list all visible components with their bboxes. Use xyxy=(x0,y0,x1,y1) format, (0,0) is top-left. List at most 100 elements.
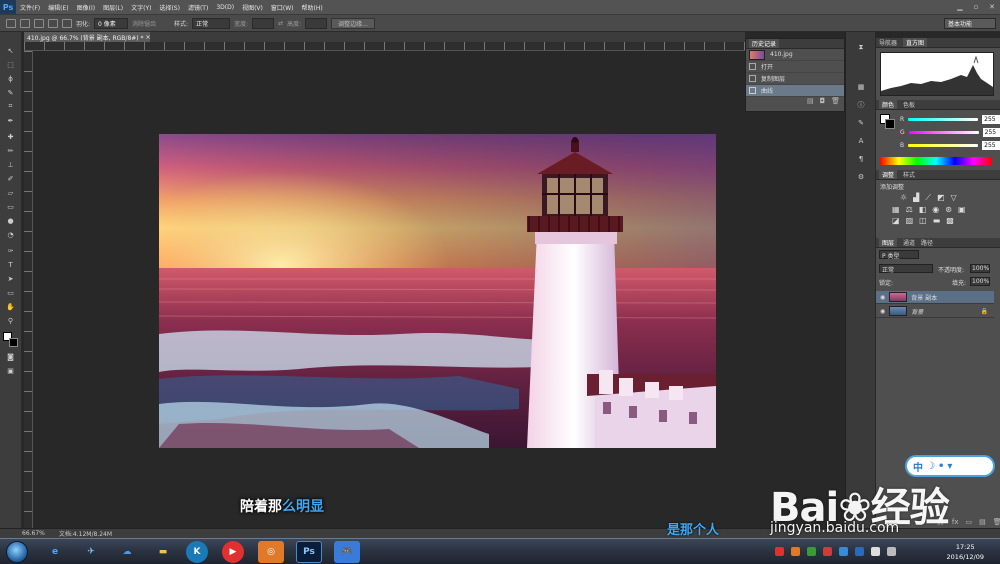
clone-stamp-icon[interactable]: ⊥ xyxy=(5,160,16,169)
ime-shirt-icon[interactable]: ▾ xyxy=(947,461,952,472)
bw-icon[interactable]: ◧ xyxy=(919,205,927,214)
visibility-eye-icon[interactable]: ◉ xyxy=(880,308,885,315)
color-background[interactable] xyxy=(885,119,895,129)
width-input[interactable] xyxy=(252,17,275,29)
shape-icon[interactable]: ▭ xyxy=(5,288,16,297)
swap-icon[interactable]: ⇄ xyxy=(278,20,283,27)
kugou-icon[interactable]: K xyxy=(186,541,208,563)
pen-icon[interactable]: ✑ xyxy=(5,246,16,255)
balance-icon[interactable]: ⚖ xyxy=(906,205,913,214)
blur-icon[interactable]: ● xyxy=(5,216,16,225)
ime-moon-icon[interactable]: ☽ xyxy=(926,461,935,472)
folder-icon[interactable]: ▬ xyxy=(150,541,176,563)
curves-icon[interactable]: ⟋ xyxy=(925,193,931,203)
tray-clock[interactable]: 17:25 2016/12/09 xyxy=(947,542,984,562)
lighthouse-photo[interactable] xyxy=(159,134,716,448)
ime-dot-icon[interactable]: • xyxy=(938,461,944,472)
refine-edge-button[interactable]: 调整边缘... xyxy=(331,17,375,29)
tray-app-icon[interactable] xyxy=(823,547,832,556)
color-spectrum[interactable] xyxy=(880,157,992,165)
vibrance-icon[interactable]: ▽ xyxy=(951,193,957,203)
intersect-selection-icon[interactable] xyxy=(62,18,72,28)
move-tool-icon[interactable]: ↖ xyxy=(5,46,16,55)
antialias-checkbox[interactable]: 消除锯齿 xyxy=(132,19,156,28)
tab-navigator[interactable]: 导航器 xyxy=(879,38,897,47)
style-select[interactable]: 正常 xyxy=(192,17,231,29)
tab-layers[interactable]: 图层 xyxy=(879,238,898,247)
history-item-selected[interactable]: 曲线 xyxy=(746,85,844,97)
new-selection-icon[interactable] xyxy=(20,18,30,28)
b-slider[interactable] xyxy=(908,144,979,147)
eraser-icon[interactable]: ▱ xyxy=(5,188,16,197)
add-selection-icon[interactable] xyxy=(34,18,44,28)
hue-icon[interactable]: ▦ xyxy=(892,205,900,214)
tab-styles[interactable]: 样式 xyxy=(903,170,915,179)
tab-paths[interactable]: 路径 xyxy=(921,238,933,247)
menu-help[interactable]: 帮助(H) xyxy=(298,3,327,12)
tray-shield-icon[interactable] xyxy=(839,547,848,556)
properties-icon[interactable]: ▦ xyxy=(856,82,866,92)
menu-image[interactable]: 图像(I) xyxy=(73,3,99,12)
tab-adjustments[interactable]: 调整 xyxy=(879,170,898,179)
healing-brush-icon[interactable]: ✚ xyxy=(5,132,16,141)
gradient-map-icon[interactable]: ▬ xyxy=(933,216,941,225)
lasso-icon[interactable]: ϕ xyxy=(5,74,16,83)
tray-volume-icon[interactable] xyxy=(887,547,896,556)
invert-icon[interactable]: ◪ xyxy=(892,216,900,225)
tray-app-icon[interactable] xyxy=(791,547,800,556)
height-input[interactable] xyxy=(305,17,328,29)
eyedropper-icon[interactable]: ✒ xyxy=(5,116,16,125)
tray-app-icon[interactable] xyxy=(855,547,864,556)
r-value[interactable]: 255 xyxy=(982,115,1000,124)
trash-icon[interactable]: 🗑 xyxy=(831,97,840,107)
history-snapshot[interactable]: 410.jpg xyxy=(746,49,844,61)
zoom-icon[interactable]: ⚲ xyxy=(5,316,16,325)
layer-kind-filter[interactable]: P 类型 xyxy=(879,250,919,260)
menu-layer[interactable]: 图层(L) xyxy=(99,3,127,12)
g-value[interactable]: 255 xyxy=(982,128,1000,137)
mixer-icon[interactable]: ⊛ xyxy=(945,205,952,214)
marquee-tool-icon[interactable] xyxy=(6,18,16,28)
info-icon[interactable]: ⓘ xyxy=(856,100,866,110)
feather-input[interactable]: 0 像素 xyxy=(94,17,129,29)
g-slider[interactable] xyxy=(908,131,979,134)
tab-channels[interactable]: 通道 xyxy=(903,238,915,247)
screen-mode-icon[interactable]: ▣ xyxy=(5,366,16,375)
lookup-icon[interactable]: ▣ xyxy=(958,205,966,214)
fill-input[interactable]: 100% xyxy=(970,277,990,286)
tab-history[interactable]: 历史记录 xyxy=(749,39,780,48)
menu-3d[interactable]: 3D(D) xyxy=(212,4,238,11)
menu-edit[interactable]: 编辑(E) xyxy=(44,3,72,12)
dodge-icon[interactable]: ◔ xyxy=(5,230,16,239)
hand-icon[interactable]: ✋ xyxy=(5,302,16,311)
camera-icon[interactable]: ◘ xyxy=(820,97,826,107)
start-button[interactable] xyxy=(6,541,28,563)
new-document-icon[interactable]: ▤ xyxy=(807,97,814,107)
menu-file[interactable]: 文件(F) xyxy=(16,3,44,12)
tab-histogram[interactable]: 直方图 xyxy=(903,38,928,47)
gradient-icon[interactable]: ▭ xyxy=(5,202,16,211)
type-tool-icon[interactable]: T xyxy=(5,260,16,269)
history-brush-icon[interactable]: ✐ xyxy=(5,174,16,183)
visibility-eye-icon[interactable]: ◉ xyxy=(880,294,885,301)
ime-toolbar[interactable]: 中 ☽ • ▾ xyxy=(905,455,995,477)
history-item[interactable]: 复制图层 xyxy=(746,73,844,85)
document-tab[interactable]: 410.jpg @ 66.7% (背景 副本, RGB/8#) * × xyxy=(24,32,151,42)
tab-color[interactable]: 颜色 xyxy=(879,100,898,109)
menu-window[interactable]: 窗口(W) xyxy=(267,3,298,12)
maximize-icon[interactable]: ▫ xyxy=(968,0,984,14)
zoom-level[interactable]: 66.67% xyxy=(22,530,45,537)
history-item[interactable]: 打开 xyxy=(746,61,844,73)
quick-mask-icon[interactable]: ◙ xyxy=(5,352,16,361)
ie-icon[interactable]: e xyxy=(42,541,68,563)
r-slider[interactable] xyxy=(908,118,979,121)
blend-mode-select[interactable]: 正常 xyxy=(879,264,933,274)
ime-mode-label[interactable]: 中 xyxy=(913,459,923,474)
baidu-cloud-icon[interactable]: ☁ xyxy=(114,541,140,563)
b-value[interactable]: 255 xyxy=(982,141,1000,150)
close-icon[interactable]: ✕ xyxy=(984,0,1000,14)
new-layer-icon[interactable]: ▤ xyxy=(979,518,986,526)
opacity-input[interactable]: 100% xyxy=(970,264,990,273)
workspace-select[interactable]: 基本功能 xyxy=(944,18,996,29)
tab-swatches[interactable]: 色板 xyxy=(903,100,915,109)
